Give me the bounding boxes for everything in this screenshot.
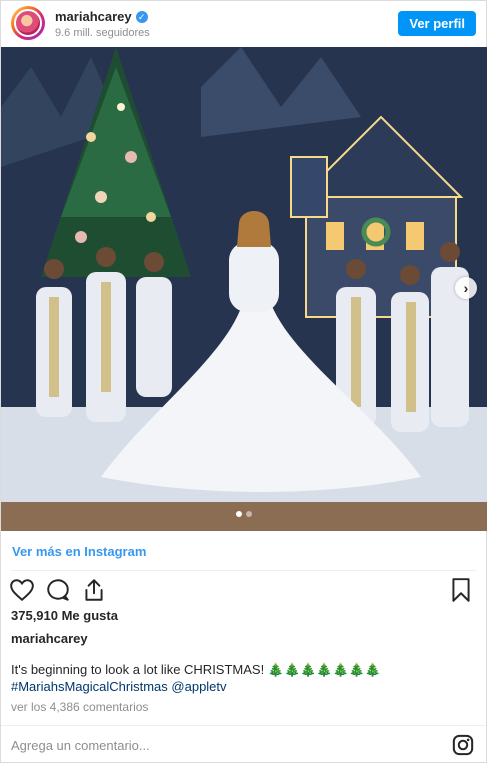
view-profile-button[interactable]: Ver perfil — [398, 11, 476, 36]
heart-icon[interactable] — [9, 577, 35, 603]
post-image[interactable]: › — [1, 47, 487, 531]
hashtag-link[interactable]: #MariahsMagicalChristmas — [11, 679, 168, 694]
follower-count: 9.6 mill. seguidores — [55, 27, 150, 39]
instagram-logo-icon[interactable] — [452, 734, 474, 756]
action-bar — [9, 577, 107, 603]
username[interactable]: mariahcarey — [55, 9, 132, 24]
carousel-dot — [236, 511, 242, 517]
divider — [1, 725, 486, 726]
share-icon[interactable] — [81, 577, 107, 603]
avatar[interactable] — [11, 6, 45, 40]
carousel-dot — [246, 511, 252, 517]
view-more-link[interactable]: Ver más en Instagram — [12, 544, 146, 559]
caption-username[interactable]: mariahcarey — [11, 631, 88, 646]
username-row: mariahcarey ✓ — [55, 9, 150, 24]
carousel-dots — [1, 511, 487, 517]
view-comments-link[interactable]: ver los 4,386 comentarios — [11, 700, 148, 714]
verified-badge-icon: ✓ — [135, 10, 148, 23]
instagram-embed: mariahcarey ✓ 9.6 mill. seguidores Ver p… — [0, 0, 487, 763]
post-header: mariahcarey ✓ 9.6 mill. seguidores Ver p… — [1, 1, 486, 47]
like-count[interactable]: 375,910 Me gusta — [11, 608, 118, 623]
avatar-image — [14, 9, 42, 37]
user-block: mariahcarey ✓ 9.6 mill. seguidores — [55, 9, 150, 39]
bookmark-icon[interactable] — [448, 577, 474, 603]
caption: It's beginning to look a lot like CHRIST… — [11, 661, 471, 695]
chevron-right-icon[interactable]: › — [455, 277, 477, 299]
caption-text: It's beginning to look a lot like CHRIST… — [11, 662, 382, 677]
comment-icon[interactable] — [45, 577, 71, 603]
mention-link[interactable]: @appletv — [171, 679, 226, 694]
divider — [11, 570, 476, 571]
caption-tags: #MariahsMagicalChristmas @appletv — [11, 678, 471, 695]
comment-input[interactable]: Agrega un comentario... — [11, 738, 150, 753]
post-photo — [1, 47, 487, 531]
